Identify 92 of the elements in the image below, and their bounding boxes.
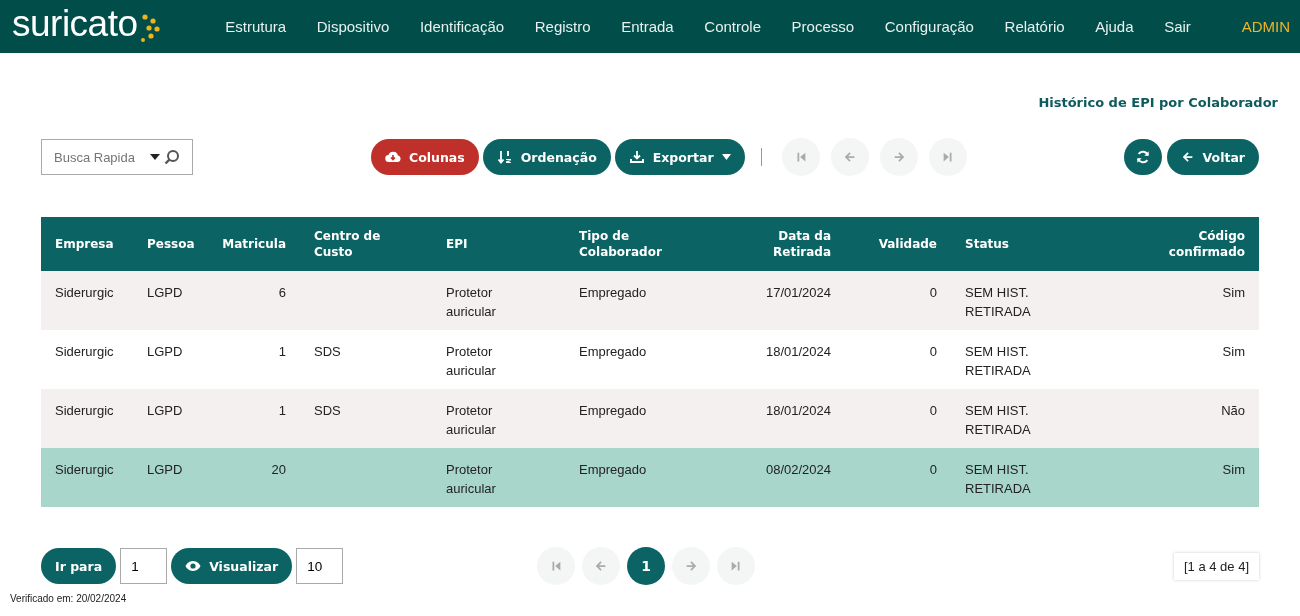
table-cell: SDS <box>314 403 341 418</box>
search-field[interactable]: Busca Rapida <box>41 139 193 175</box>
refresh-icon <box>1135 150 1150 164</box>
column-header[interactable]: Empresa <box>55 236 114 252</box>
menu-item[interactable]: Dispositivo <box>301 18 405 35</box>
table-cell: Sim <box>1222 285 1245 300</box>
menu-item[interactable]: Relatório <box>989 18 1080 35</box>
table-cell: SDS <box>314 344 341 359</box>
table-cell: 1 <box>278 344 286 359</box>
table-cell: 0 <box>929 344 937 359</box>
table-cell: Empregado <box>579 285 647 300</box>
table-cell-text: Protetor auricular <box>446 402 497 439</box>
table-row[interactable]: Siderurgic LGPD 20 Protetor auricular Empregado 08/02/2024 0 SEM HIST. RETIRADA Sim <box>41 448 1259 507</box>
table-cell: LGPD <box>147 403 183 418</box>
table-cell: 18/01/2024 <box>765 403 831 418</box>
column-header[interactable]: Matricula <box>222 236 286 252</box>
column-header[interactable]: Tipo de Colaborador <box>579 228 675 260</box>
table-cell: 6 <box>278 285 286 300</box>
menu-item[interactable]: Registro <box>519 18 606 35</box>
table-row[interactable]: Siderurgic LGPD 6 Protetor auricular Empregado 17/01/2024 0 SEM HIST. RETIRADA Sim <box>41 271 1259 330</box>
table-cell: 08/02/2024 <box>765 462 831 477</box>
table-cell: 0 <box>929 285 937 300</box>
user-name[interactable]: ADMIN <box>1241 18 1290 35</box>
table-cell-text: Protetor auricular <box>446 343 497 380</box>
search-icon <box>164 149 180 165</box>
table-cell: Empregado <box>579 344 647 359</box>
sort-icon <box>496 150 513 164</box>
table-cell-text: SEM HIST. RETIRADA <box>965 343 1032 380</box>
menu-item[interactable]: Ajuda <box>1079 18 1149 35</box>
column-header[interactable]: Pessoa <box>147 236 195 252</box>
menu-item[interactable]: Estrutura <box>210 18 302 35</box>
back-button[interactable]: Voltar <box>1166 139 1259 175</box>
view-button[interactable]: Visualizar <box>171 548 293 584</box>
refresh-button[interactable] <box>1123 139 1162 175</box>
table-cell: Sim <box>1222 344 1245 359</box>
table-cell-text: Protetor auricular <box>446 461 497 498</box>
left-arrow-icon <box>842 150 857 164</box>
menu-item[interactable]: Processo <box>776 18 870 35</box>
last-page-icon <box>729 559 743 573</box>
menu-item[interactable]: Identificação <box>404 18 520 35</box>
table-row[interactable]: Siderurgic LGPD 1 SDS Protetor auricular Empregado 18/01/2024 0 SEM HIST. RETIRADA Não <box>41 389 1259 448</box>
column-header[interactable]: Status <box>965 236 1009 252</box>
menu-item[interactable]: Entrada <box>605 18 689 35</box>
page-title: Histórico de EPI por Colaborador <box>1038 95 1278 112</box>
table-cell: 17/01/2024 <box>765 285 831 300</box>
table-cell: Não <box>1221 403 1245 418</box>
column-header[interactable]: Data da Retirada <box>735 228 831 260</box>
table-cell-text: SEM HIST. RETIRADA <box>965 461 1032 498</box>
table-cell: LGPD <box>147 462 183 477</box>
logo-text: suricato <box>12 3 138 44</box>
table-cell: 0 <box>929 462 937 477</box>
left-arrow-icon <box>1180 150 1195 164</box>
column-header[interactable]: Centro de Custo <box>314 228 410 260</box>
caret-icon <box>150 153 160 161</box>
table-cell: 0 <box>929 403 937 418</box>
page-size-field[interactable]: 10 <box>296 548 344 584</box>
column-header[interactable]: Validade <box>878 236 937 252</box>
table-cell: Siderurgic <box>55 344 114 359</box>
table-row[interactable]: Siderurgic LGPD 1 SDS Protetor auricular Empregado 18/01/2024 0 SEM HIST. RETIRADA Sim <box>41 330 1259 389</box>
table-cell: Siderurgic <box>55 462 114 477</box>
table-cell-text: Protetor auricular <box>446 284 497 321</box>
table-cell: Sim <box>1222 462 1245 477</box>
table-cell-text: SEM HIST. RETIRADA <box>965 402 1032 439</box>
download-icon <box>628 150 645 164</box>
table-cell: 1 <box>278 403 286 418</box>
menu-item[interactable]: Configuração <box>869 18 990 35</box>
table-cell: Siderurgic <box>55 403 114 418</box>
cloud-download-icon <box>385 150 401 164</box>
table-cell: Empregado <box>579 403 647 418</box>
page-button[interactable]: 1 <box>627 547 665 585</box>
table-cell: Empregado <box>579 462 647 477</box>
tool-button[interactable]: Ordenação <box>482 139 611 175</box>
table-cell: 20 <box>271 462 286 477</box>
tool-button[interactable]: Exportar <box>614 139 745 175</box>
table-cell: LGPD <box>147 344 183 359</box>
dots-icon <box>138 11 161 42</box>
column-header[interactable]: EPI <box>446 236 468 252</box>
menu-item[interactable]: Controle <box>689 18 777 35</box>
table-cell: 18/01/2024 <box>765 344 831 359</box>
table-cell: Siderurgic <box>55 285 114 300</box>
eye-icon <box>185 560 202 572</box>
goto-button[interactable]: Ir para <box>41 548 117 584</box>
verified-date: Verificado em: 20/02/2024 <box>9 592 128 604</box>
menu-item[interactable]: Sair <box>1148 18 1207 35</box>
page-number-field[interactable]: 1 <box>120 548 168 584</box>
column-header[interactable]: Código confirmado <box>1149 228 1245 260</box>
right-arrow-icon <box>684 559 698 573</box>
table-cell-text: SEM HIST. RETIRADA <box>965 284 1032 321</box>
table-cell: LGPD <box>147 285 183 300</box>
tool-button[interactable]: Colunas <box>371 139 479 175</box>
left-arrow-icon <box>594 559 608 573</box>
record-range: [1 a 4 de 4] <box>1173 552 1259 580</box>
